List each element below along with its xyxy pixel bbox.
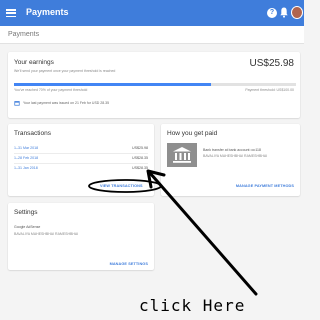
settings-product: Google AdSense [14, 225, 41, 229]
transaction-date[interactable]: 1–28 Feb 2018 [14, 156, 38, 160]
table-row[interactable]: 1–31 Jan 2018 US$28.35 [14, 166, 148, 175]
bell-icon[interactable] [280, 7, 288, 18]
earnings-card: Your earnings We'll send your payment on… [8, 52, 300, 118]
app-bar: Payments ? [0, 0, 304, 26]
manage-settings-button[interactable]: MANAGE SETTINGS [110, 262, 148, 266]
divider [14, 153, 148, 154]
menu-icon[interactable] [6, 9, 16, 18]
view-transactions-button[interactable]: VIEW TRANSACTIONS [100, 184, 143, 188]
transaction-amount: US$28.35 [132, 166, 148, 170]
divider [14, 163, 148, 164]
transaction-amount: US$28.35 [132, 156, 148, 160]
transaction-amount: US$25.98 [132, 146, 148, 150]
bank-icon [167, 143, 197, 167]
payment-method-title: How you get paid [167, 130, 218, 137]
help-icon[interactable]: ? [267, 8, 277, 18]
transactions-title: Transactions [14, 130, 51, 137]
settings-card: Settings Google AdSense BAVALIYA MAHESHB… [8, 203, 154, 270]
settings-owner: BAVALIYA MAHESHBHAI RAMESHBHAI [14, 232, 79, 236]
calendar-icon [14, 101, 20, 106]
earnings-subtitle: We'll send your payment once your paymen… [14, 69, 116, 73]
table-row[interactable]: 1–28 Feb 2018 US$28.35 [14, 156, 148, 165]
table-row[interactable]: 1–31 Mar 2018 US$25.98 [14, 146, 148, 155]
account-holder-text: BAVALIYA MAHESHBHAI RAMESHBHAI [203, 154, 268, 158]
payment-method-card: How you get paid Bank transfer at bank a… [161, 124, 300, 196]
settings-title: Settings [14, 209, 38, 216]
page-title: Payments [8, 31, 40, 38]
threshold-progress-fill [14, 83, 212, 86]
earnings-amount: US$25.98 [249, 58, 294, 69]
sub-header: Payments [0, 26, 304, 44]
transaction-date[interactable]: 1–31 Mar 2018 [14, 146, 38, 150]
app-title: Payments [26, 7, 69, 17]
transactions-card: Transactions 1–31 Mar 2018 US$25.98 1–28… [8, 124, 154, 196]
transaction-date[interactable]: 1–31 Jan 2018 [14, 166, 38, 170]
last-payment-text: Your last payment was issued on 21 Feb f… [23, 101, 110, 105]
manage-payment-methods-button[interactable]: MANAGE PAYMENT METHODS [236, 184, 294, 188]
earnings-title: Your earnings [14, 59, 54, 66]
annotation-text: click Here [139, 296, 246, 315]
threshold-progress-bar [14, 83, 296, 86]
bank-account-text: Bank transfer at bank account ••••118 [203, 148, 261, 152]
threshold-label: Payment threshold: US$100.00 [245, 88, 294, 92]
avatar[interactable] [291, 6, 303, 19]
progress-label: You've reached 70% of your payment thres… [14, 88, 88, 92]
